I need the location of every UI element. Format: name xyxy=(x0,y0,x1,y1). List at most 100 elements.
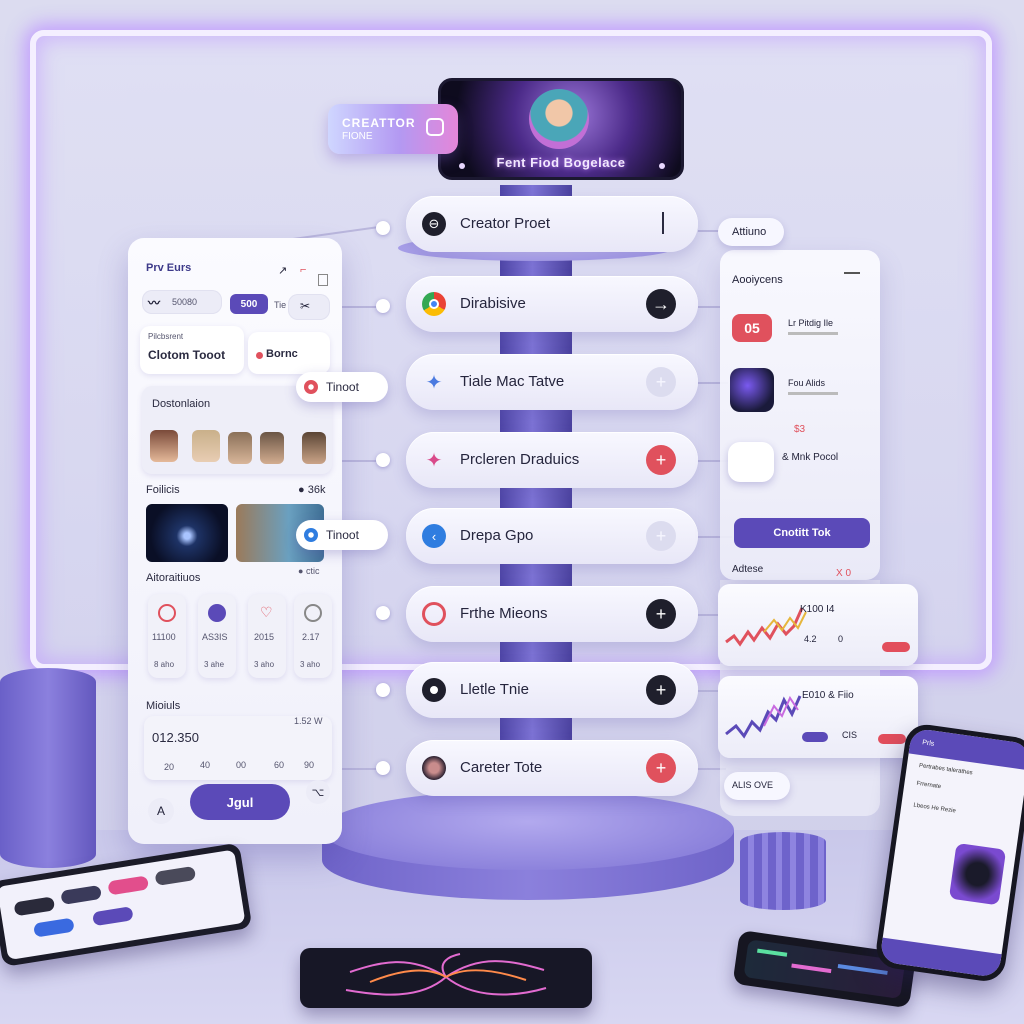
pill-tiale-mac-tatve[interactable]: ✦ Tiale Mac Tatve + xyxy=(406,354,698,410)
badge-05[interactable]: 05 xyxy=(732,314,772,342)
app-thumbnail[interactable] xyxy=(730,368,774,412)
status-pill xyxy=(882,642,910,652)
avatar[interactable] xyxy=(192,430,220,462)
stat-card[interactable]: ♡ 2015 3 aho xyxy=(248,594,286,678)
connector-knob xyxy=(376,761,390,775)
share-icon[interactable]: ⌥ xyxy=(306,780,330,804)
pill-label: Prcleren Draduics xyxy=(460,451,580,468)
card-title: Bornc xyxy=(266,348,298,360)
avatar[interactable] xyxy=(228,432,252,464)
add-button[interactable]: + xyxy=(646,521,676,551)
pill-creator-proet[interactable]: ⊖ Creator Proet xyxy=(406,196,698,252)
top-right-tag[interactable]: Attiuno xyxy=(718,218,784,246)
amount-right: 1.52 W xyxy=(294,716,323,726)
arrow-icon[interactable]: ⌐ xyxy=(300,264,306,276)
stat-icon xyxy=(158,604,176,622)
small-cylinder-prop xyxy=(740,832,826,910)
pill-label: Drepa Gpo xyxy=(460,527,534,544)
arrow-right-button[interactable]: → xyxy=(646,289,676,319)
avatar-letter: A xyxy=(156,804,165,818)
arrow-icon: ‹ xyxy=(422,524,446,548)
hero-dot-right xyxy=(659,163,665,169)
card-title: Clotom Tooot xyxy=(148,348,226,362)
bar xyxy=(791,963,832,974)
minimize-icon[interactable] xyxy=(844,272,860,274)
stat-value: 11100 xyxy=(152,632,176,642)
hero-banner[interactable]: Fent Fiod Bogelace xyxy=(438,78,684,180)
thumbnail xyxy=(107,875,150,896)
product-card[interactable]: Pilcbsrent Clotom Tooot xyxy=(140,326,244,374)
instagram-icon xyxy=(426,118,444,136)
value-button[interactable]: 500 xyxy=(230,294,268,314)
chrome-icon xyxy=(422,292,446,316)
phone-device: Prls Pertrabes talerathes Frrernate Lbeo… xyxy=(873,722,1024,984)
count-value: ctic xyxy=(305,566,320,576)
pill-careter-tote[interactable]: Careter Tote + xyxy=(406,740,698,796)
pill-label: Careter Tote xyxy=(460,759,543,776)
badge-line2: FIONE xyxy=(342,131,373,142)
gamepad-icon[interactable] xyxy=(728,442,774,482)
stat-card[interactable]: AS3IS 3 ahe xyxy=(198,594,236,678)
bottom-tag[interactable]: ALIS OVE xyxy=(724,772,790,800)
avatar[interactable] xyxy=(302,432,326,464)
pill-label: Dirabisive xyxy=(460,295,526,312)
creator-badge[interactable]: CREATTOR FIONE xyxy=(328,104,458,154)
text-cursor xyxy=(662,212,664,234)
tag-label: ALIS OVE xyxy=(732,780,774,790)
heart-icon: ♡ xyxy=(260,604,273,620)
avatar[interactable] xyxy=(150,430,178,462)
avatar[interactable] xyxy=(260,432,284,464)
record-icon xyxy=(422,678,446,702)
tablet-bottom-device xyxy=(300,948,592,1008)
thumbnail xyxy=(60,884,102,905)
join-button[interactable]: Jgul xyxy=(190,784,290,820)
scissors-chip[interactable]: ✂ xyxy=(288,294,330,320)
pill-prcleren-draduics[interactable]: ✦ Prcleren Draduics + xyxy=(406,432,698,488)
balance-chip[interactable]: 〰 50080 xyxy=(142,290,222,314)
tag-label: Attiuno xyxy=(732,226,767,238)
card-sub: Pilcbsrent xyxy=(148,332,184,341)
phone-row: Frrernate xyxy=(916,780,942,791)
row-sub xyxy=(788,332,838,335)
hero-title: Fent Fiod Bogelace xyxy=(496,155,626,170)
stat-card[interactable]: 11100 8 aho xyxy=(148,594,186,678)
section-title: Foilicis xyxy=(146,484,180,496)
add-button[interactable]: + xyxy=(646,599,676,629)
stat-value: AS3IS xyxy=(202,632,228,642)
avatar[interactable]: A xyxy=(148,798,174,824)
balance-value: 50080 xyxy=(172,297,198,307)
page-icon[interactable] xyxy=(318,274,328,286)
video-thumbnail[interactable] xyxy=(146,504,228,562)
cta-button[interactable]: Cnotitt Tok xyxy=(734,518,870,548)
bar xyxy=(757,948,788,957)
pill-label: Lletle Tnie xyxy=(460,681,529,698)
connector-knob xyxy=(376,606,390,620)
product-card[interactable]: Bornc xyxy=(248,332,330,374)
pill-frthe-mieons[interactable]: Frthe Mieons + xyxy=(406,586,698,642)
pill-lletle-tnie[interactable]: Lletle Tnie + xyxy=(406,662,698,718)
chart-card[interactable]: E010 & Fiio CIS xyxy=(718,676,918,758)
float-pill-left[interactable]: Tinoot xyxy=(296,372,388,402)
connector xyxy=(698,690,720,692)
float-pill-label: Tinoot xyxy=(326,528,359,542)
pill-label: Frthe Mieons xyxy=(460,605,548,622)
float-pill-mid[interactable]: Tinoot xyxy=(296,520,388,550)
connector xyxy=(698,230,720,232)
pill-drepa-gpo[interactable]: ‹ Drepa Gpo + xyxy=(406,508,698,564)
add-button[interactable]: + xyxy=(646,753,676,783)
stat-card[interactable]: 2.17 3 aho xyxy=(294,594,332,678)
thumbnail xyxy=(92,906,134,927)
add-button[interactable]: + xyxy=(646,367,676,397)
stat-icon xyxy=(208,604,226,622)
chart-label: K100 I4 xyxy=(800,604,835,615)
link-icon[interactable]: ↗ xyxy=(278,264,287,277)
add-button[interactable]: + xyxy=(646,675,676,705)
chart-card[interactable]: K100 I4 4.2 0 xyxy=(718,584,918,666)
gemini-icon: ✦ xyxy=(425,371,443,394)
hero-dot-left xyxy=(459,163,465,169)
pill-dirabisive[interactable]: Dirabisive → xyxy=(406,276,698,332)
abstract-art xyxy=(345,953,547,996)
phone-row: Pertrabes talerathes xyxy=(918,762,973,777)
connector xyxy=(698,614,720,616)
add-button[interactable]: + xyxy=(646,445,676,475)
